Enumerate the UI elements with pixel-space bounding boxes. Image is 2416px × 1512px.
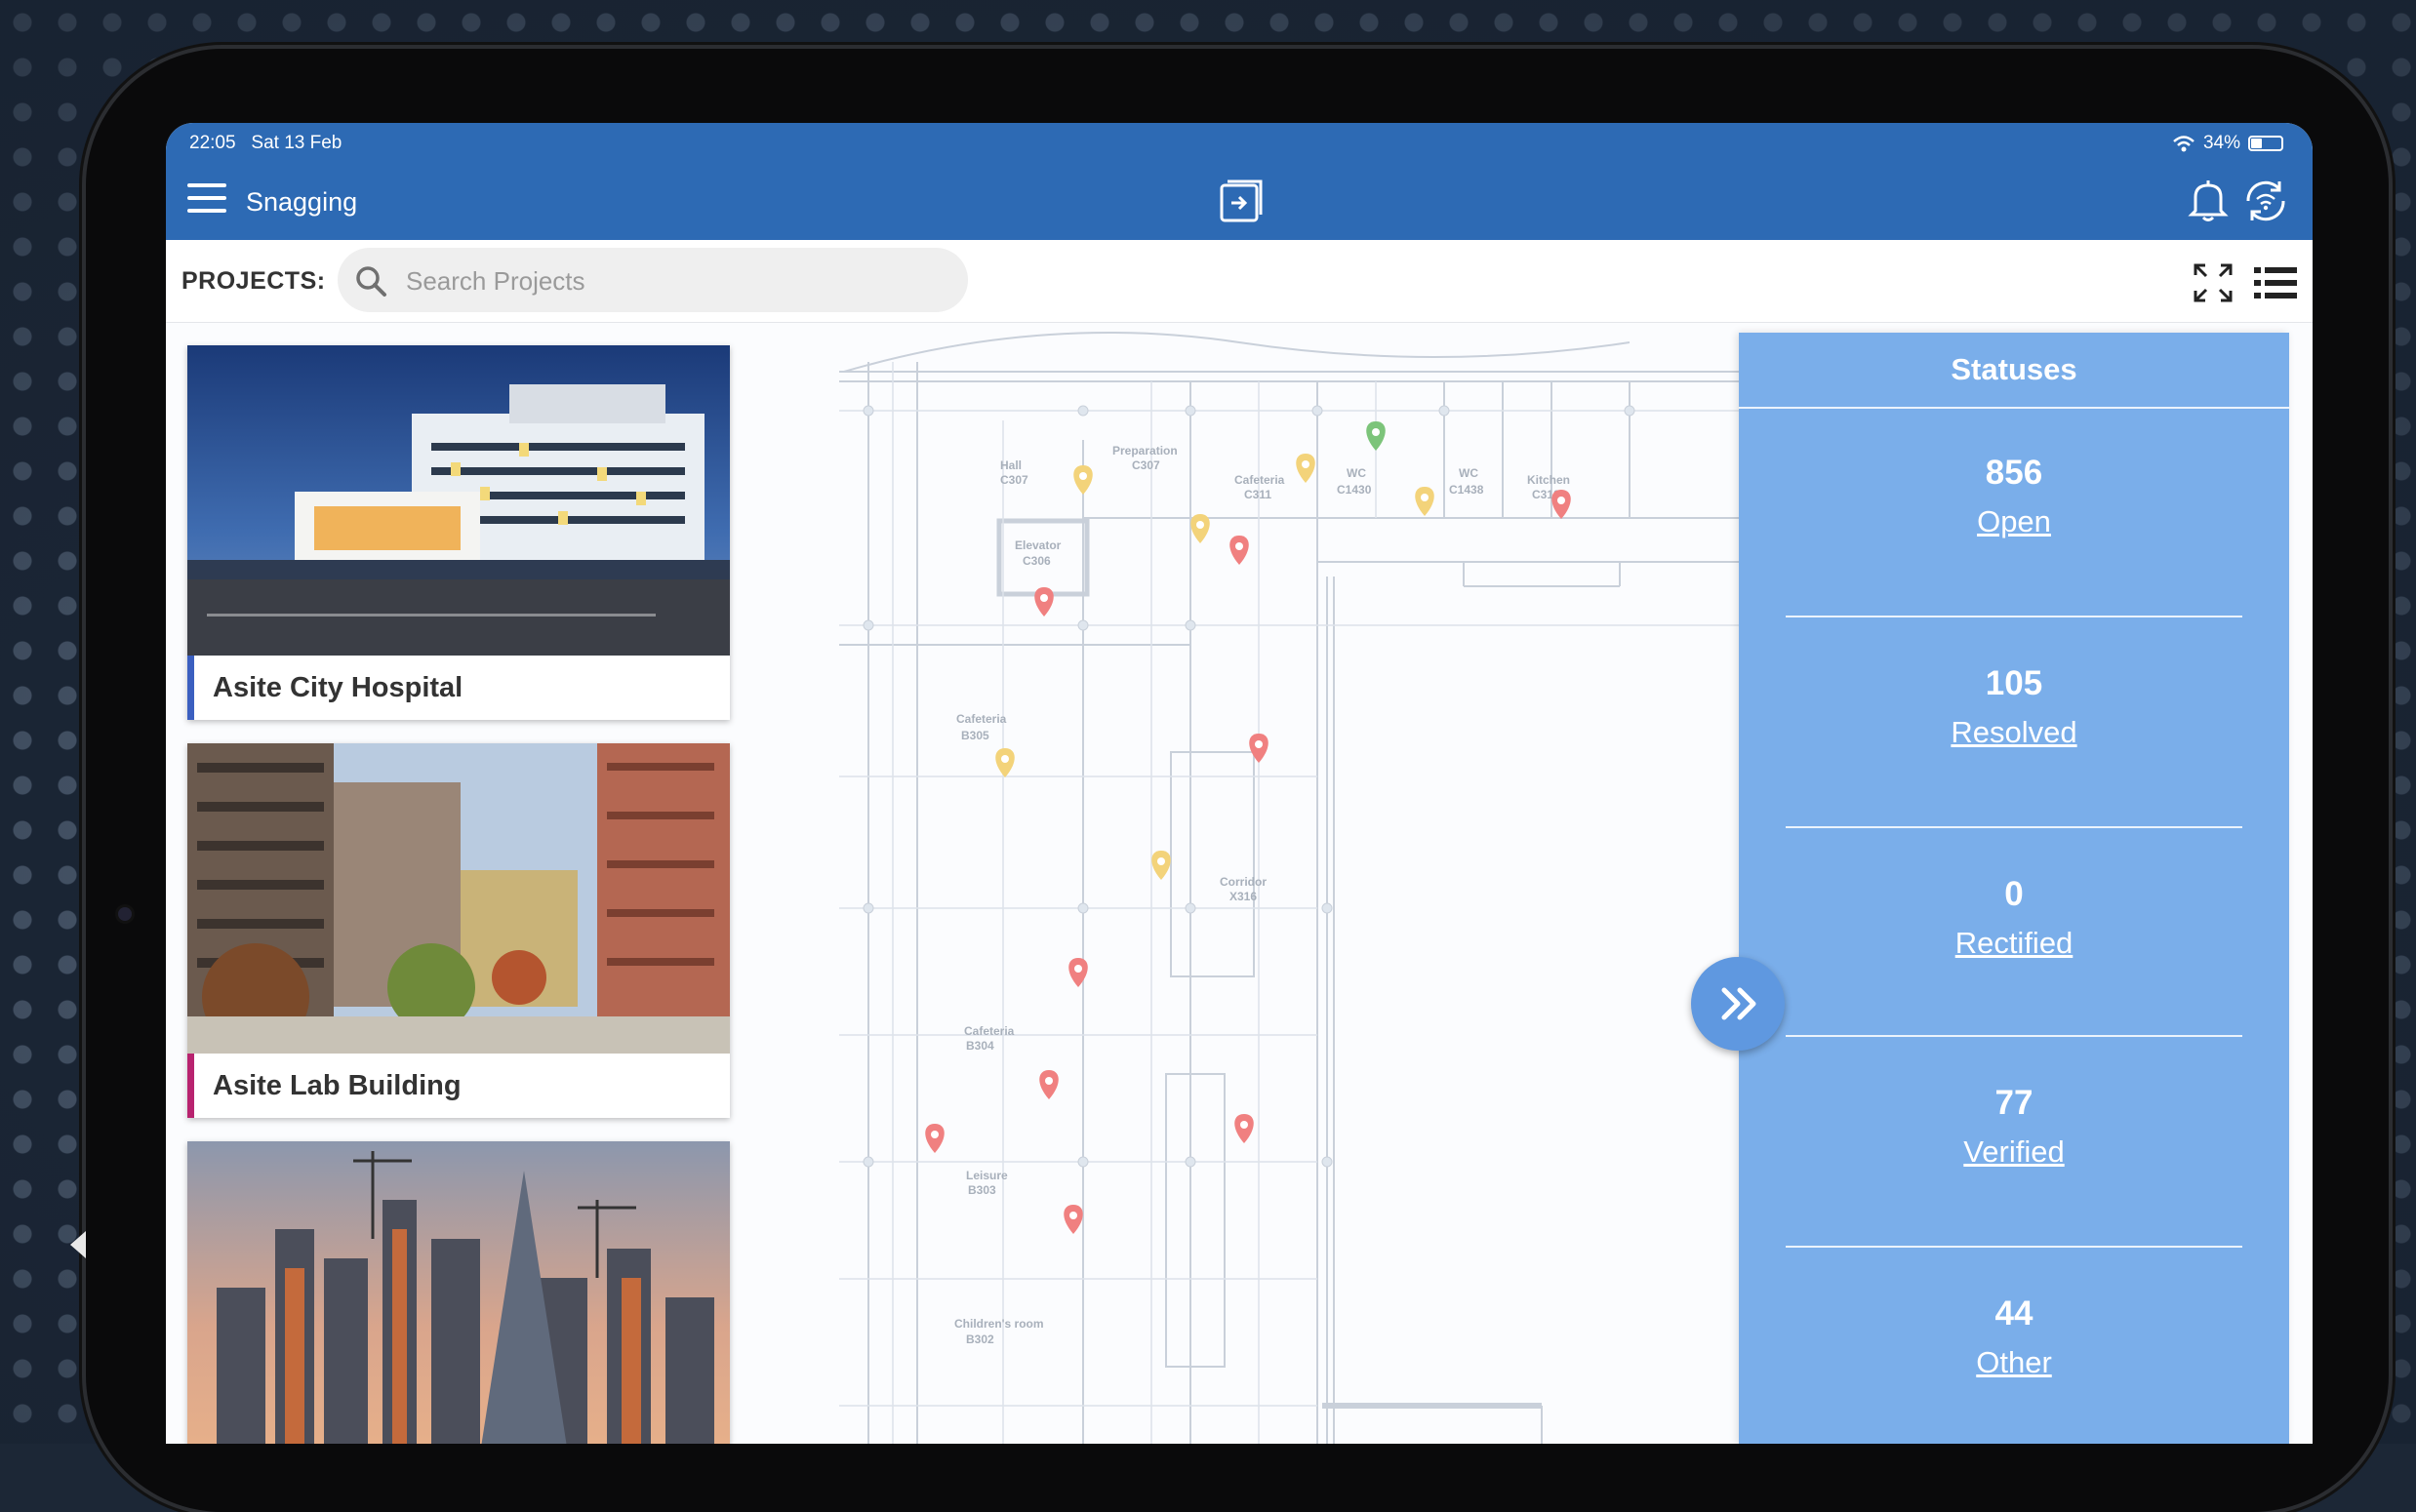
room-code: C1438	[1449, 483, 1484, 497]
project-list: Asite City Hospital Asite Lab Building	[187, 345, 732, 1444]
issue-pin-dot	[1196, 521, 1204, 529]
status-link-rectified[interactable]: Rectified	[1786, 926, 2242, 961]
issue-pin-dot	[1372, 428, 1380, 436]
room-code: B303	[968, 1183, 996, 1197]
issue-pin-dot	[1421, 494, 1429, 501]
room-label: Cafeteria	[956, 712, 1007, 726]
sync-icon[interactable]	[2242, 178, 2289, 224]
room-label: Corridor	[1220, 875, 1267, 889]
search-icon	[356, 266, 386, 297]
issue-pin-dot	[1079, 472, 1087, 480]
divider	[1786, 616, 2242, 617]
issue-pin-dot	[1255, 740, 1263, 748]
status-date: Sat 13 Feb	[251, 133, 342, 153]
issue-pin-dot	[931, 1131, 939, 1138]
collapse-panel-button[interactable]	[1691, 957, 1785, 1051]
room-code: B304	[966, 1039, 994, 1053]
divider	[1786, 1035, 2242, 1037]
divider	[1786, 1246, 2242, 1248]
statuses-title: Statuses	[1739, 333, 2289, 409]
battery-icon	[2248, 136, 2283, 151]
issue-pin-dot	[1069, 1212, 1077, 1219]
app-logo-icon	[1220, 179, 1263, 222]
issue-pin-dot	[1045, 1077, 1053, 1085]
issue-pin-dot	[1157, 857, 1165, 865]
room-label: Children's room	[954, 1317, 1044, 1331]
expand-icon[interactable]	[2192, 261, 2235, 304]
status-time: 22:05	[189, 133, 236, 153]
status-other[interactable]: 44 Other	[1786, 1294, 2242, 1380]
project-image	[187, 743, 730, 1054]
room-label: Elevator	[1015, 538, 1062, 552]
project-card-asite-lab-building[interactable]: Asite Lab Building	[187, 743, 730, 1118]
room-code: B302	[966, 1333, 994, 1346]
status-rectified[interactable]: 0 Rectified	[1786, 875, 2242, 961]
status-open[interactable]: 856 Open	[1786, 454, 2242, 539]
issue-pin-dot	[1235, 542, 1243, 550]
statuses-panel: Statuses 856 Open 105 Resolved 0 Rectifi…	[1739, 333, 2289, 1444]
room-code: C1430	[1337, 483, 1372, 497]
status-link-resolved[interactable]: Resolved	[1786, 715, 2242, 750]
menu-icon[interactable]	[187, 183, 226, 217]
page-title: Snagging	[246, 187, 358, 217]
issue-pin-dot	[1302, 460, 1309, 468]
project-image	[187, 345, 730, 656]
project-card-third[interactable]	[187, 1141, 730, 1444]
wifi-icon	[2173, 136, 2195, 152]
room-label: WC	[1347, 466, 1366, 480]
issue-pin-dot	[1001, 755, 1009, 763]
projects-label: PROJECTS:	[181, 267, 326, 295]
issue-pin-dot	[1040, 594, 1048, 602]
projects-toolbar: PROJECTS:	[166, 240, 2313, 323]
room-label: Leisure	[966, 1169, 1008, 1182]
issue-pin-dot	[1240, 1121, 1248, 1129]
status-resolved[interactable]: 105 Resolved	[1786, 664, 2242, 750]
status-link-open[interactable]: Open	[1786, 504, 2242, 539]
project-card-asite-city-hospital[interactable]: Asite City Hospital	[187, 345, 730, 720]
project-image	[187, 1141, 730, 1444]
bell-icon[interactable]	[2188, 178, 2229, 222]
camera-dot	[118, 907, 132, 921]
chevron-double-right-icon	[1721, 987, 1756, 1020]
issue-pin-dot	[1074, 965, 1082, 973]
project-name: Asite Lab Building	[213, 1070, 462, 1101]
screen: Hall Preparation Cafeteria WC WC Kitchen…	[166, 123, 2313, 1444]
room-label: Cafeteria	[1234, 473, 1285, 487]
room-label: WC	[1459, 466, 1478, 480]
search-input[interactable]	[404, 248, 954, 314]
status-count: 856	[1985, 454, 2043, 492]
room-label: Cafeteria	[964, 1024, 1015, 1038]
battery-percent: 34%	[2202, 133, 2240, 153]
room-code: X316	[1229, 890, 1257, 903]
list-view-icon[interactable]	[2252, 263, 2299, 302]
status-link-verified[interactable]: Verified	[1786, 1134, 2242, 1170]
room-label: Preparation	[1112, 444, 1178, 458]
issue-pin-dot	[1557, 497, 1565, 504]
search-bar[interactable]	[338, 248, 968, 314]
room-code: C307	[1000, 473, 1028, 487]
status-link-other[interactable]: Other	[1786, 1345, 2242, 1380]
app-header: 22:05 Sat 13 Feb 34% Snagging	[166, 123, 2313, 240]
room-code: C306	[1023, 554, 1051, 568]
room-label: Kitchen	[1527, 473, 1570, 487]
room-label: Hall	[1000, 458, 1022, 472]
room-code: C307	[1132, 458, 1160, 472]
divider	[1786, 826, 2242, 828]
room-code: B305	[961, 729, 989, 742]
status-count: 44	[1994, 1294, 2033, 1333]
status-verified[interactable]: 77 Verified	[1786, 1084, 2242, 1170]
room-code: C311	[1244, 488, 1271, 501]
status-count: 77	[1994, 1084, 2033, 1122]
project-name: Asite City Hospital	[213, 672, 463, 703]
status-count: 0	[2004, 875, 2024, 913]
side-indicator	[70, 1231, 86, 1258]
status-count: 105	[1985, 664, 2043, 702]
